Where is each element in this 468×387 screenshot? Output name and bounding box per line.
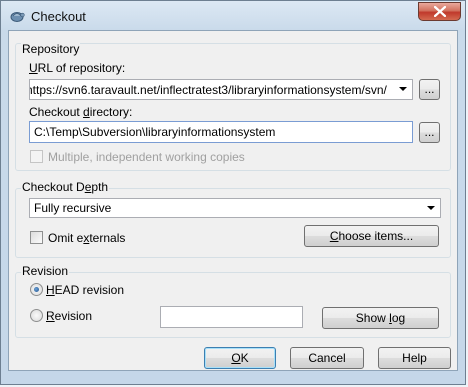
browse-directory-button[interactable]: ... xyxy=(419,122,440,143)
revision-label: Revision xyxy=(46,309,93,323)
close-icon xyxy=(434,6,446,17)
url-combobox[interactable]: https://svn6.taravault.net/inflectratest… xyxy=(29,79,413,100)
url-label: URL of repository: xyxy=(29,61,126,75)
ok-button[interactable]: OK xyxy=(204,347,276,369)
show-log-button[interactable]: Show log xyxy=(322,307,439,329)
radio-selected-dot xyxy=(34,287,39,292)
title-bar[interactable]: Checkout xyxy=(1,1,467,31)
cancel-button[interactable]: Cancel xyxy=(290,347,364,369)
close-button[interactable] xyxy=(418,2,461,21)
revision-input[interactable] xyxy=(160,306,303,328)
chevron-down-icon xyxy=(427,206,435,210)
help-button[interactable]: Help xyxy=(378,347,451,369)
url-value: https://svn6.taravault.net/inflectratest… xyxy=(29,83,387,97)
repository-group-label: Repository xyxy=(21,42,81,56)
checkout-depth-group-label: Checkout Depth xyxy=(21,180,110,194)
window-title: Checkout xyxy=(31,9,86,24)
multiple-working-copies-checkbox[interactable] xyxy=(30,150,43,163)
depth-select[interactable]: Fully recursive xyxy=(29,198,441,218)
head-revision-label: HEAD revision xyxy=(46,283,125,297)
omit-externals-label: Omit externals xyxy=(48,231,126,245)
checkout-dialog: Checkout Repository URL of repository: h… xyxy=(0,0,466,385)
checkout-directory-value: C:\Temp\Subversion\libraryinformationsys… xyxy=(34,125,276,139)
head-revision-radio[interactable] xyxy=(30,283,43,296)
choose-items-button[interactable]: Choose items... xyxy=(304,225,439,247)
dropdown-arrow-icon[interactable] xyxy=(399,87,407,91)
tortoise-icon xyxy=(9,8,25,24)
checkout-directory-label: Checkout directory: xyxy=(29,105,133,119)
dialog-body: Repository URL of repository: https://sv… xyxy=(8,30,458,371)
checkout-directory-input[interactable]: C:\Temp\Subversion\libraryinformationsys… xyxy=(29,121,413,143)
browse-url-button[interactable]: ... xyxy=(419,79,440,100)
revision-group-label: Revision xyxy=(21,264,70,278)
revision-radio[interactable] xyxy=(30,309,43,322)
depth-selected-value: Fully recursive xyxy=(34,201,112,215)
multiple-working-copies-label: Multiple, independent working copies xyxy=(48,150,245,164)
omit-externals-checkbox[interactable] xyxy=(30,231,43,244)
